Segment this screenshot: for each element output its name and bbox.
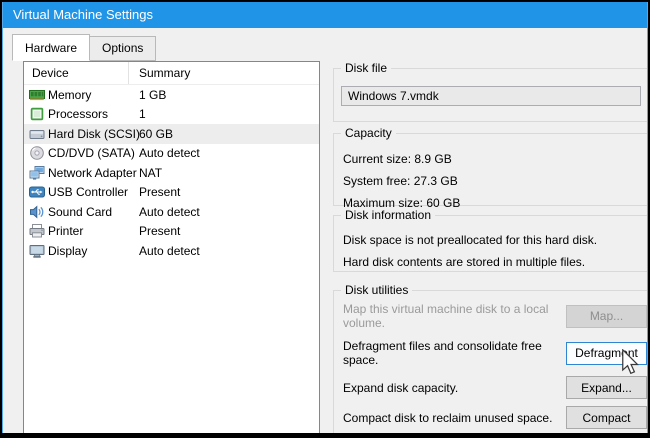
disk-information-line: Disk space is not preallocated for this … [343, 229, 648, 251]
tab-options[interactable]: Options [90, 36, 156, 61]
capacity-group-title: Capacity [341, 126, 396, 141]
disk-utilities-group-title: Disk utilities [341, 283, 412, 298]
device-summary: Auto detect [139, 205, 200, 219]
compact-button[interactable]: Compact [566, 406, 647, 429]
device-rows: Memory 1 GB Processors 1 Hard Disk (SCSI… [24, 85, 319, 261]
device-name: USB Controller [48, 185, 128, 199]
defragment-button[interactable]: Defragment [566, 342, 647, 365]
utility-description: Map this virtual machine disk to a local… [343, 302, 566, 330]
memory-icon [29, 87, 45, 103]
window-title: Virtual Machine Settings [13, 7, 153, 22]
disk-utilities-rows: Map this virtual machine disk to a local… [334, 291, 648, 429]
device-row[interactable]: Sound Card Auto detect [24, 202, 319, 222]
device-summary: Present [139, 185, 180, 199]
column-header-summary[interactable]: Summary [129, 62, 319, 84]
device-row[interactable]: Hard Disk (SCSI) 60 GB [24, 124, 319, 144]
device-list: Device Summary Memory 1 GB Processors 1 … [23, 61, 320, 433]
titlebar[interactable]: Virtual Machine Settings [3, 2, 647, 28]
device-summary: NAT [139, 166, 162, 180]
device-row[interactable]: Printer Present [24, 222, 319, 242]
capacity-lines: Current size: 8.9 GBSystem free: 27.3 GB… [334, 134, 648, 214]
device-row[interactable]: USB Controller Present [24, 183, 319, 203]
device-summary: 1 [139, 107, 146, 121]
usb-controller-icon [29, 184, 45, 200]
device-name: Printer [48, 224, 83, 238]
column-header-device[interactable]: Device [24, 62, 129, 84]
device-name: Memory [48, 88, 91, 102]
device-name: Network Adapter [48, 166, 137, 180]
device-summary: Auto detect [139, 244, 200, 258]
capacity-group: Capacity Current size: 8.9 GBSystem free… [333, 133, 648, 206]
processors-icon [29, 106, 45, 122]
device-row[interactable]: Display Auto detect [24, 241, 319, 261]
disk-file-group: Disk file Windows 7.vmdk [333, 68, 648, 122]
capacity-line: Current size: 8.9 GB [343, 148, 648, 170]
device-row[interactable]: CD/DVD (SATA) Auto detect [24, 144, 319, 164]
device-name: Display [48, 244, 87, 258]
disk-information-group: Disk information Disk space is not preal… [333, 215, 648, 272]
device-row[interactable]: Network Adapter NAT [24, 163, 319, 183]
disk-information-line: Hard disk contents are stored in multipl… [343, 251, 648, 273]
utility-description: Defragment files and consolidate free sp… [343, 339, 566, 367]
tab-bar: Hardware Options [12, 33, 156, 61]
device-name: CD/DVD (SATA) [48, 146, 135, 160]
disk-file-group-title: Disk file [341, 61, 391, 76]
device-name: Sound Card [48, 205, 112, 219]
device-summary: 60 GB [139, 127, 173, 141]
network-adapter-icon [29, 165, 45, 181]
device-name: Processors [48, 107, 108, 121]
capacity-line: System free: 27.3 GB [343, 170, 648, 192]
map-button: Map... [566, 305, 647, 328]
device-row[interactable]: Processors 1 [24, 105, 319, 125]
device-list-header: Device Summary [24, 62, 319, 85]
utility-description: Expand disk capacity. [343, 381, 566, 395]
utility-description: Compact disk to reclaim unused space. [343, 411, 566, 425]
device-name: Hard Disk (SCSI) [48, 127, 140, 141]
expand-button[interactable]: Expand... [566, 376, 647, 399]
vm-settings-dialog: Virtual Machine Settings Hardware Option… [2, 2, 648, 433]
sound-card-icon [29, 204, 45, 220]
device-row[interactable]: Memory 1 GB [24, 85, 319, 105]
display-icon [29, 243, 45, 259]
disk-information-lines: Disk space is not preallocated for this … [334, 216, 648, 273]
hard-disk-icon [29, 126, 45, 142]
device-summary: Present [139, 224, 180, 238]
disk-information-group-title: Disk information [341, 208, 435, 223]
device-summary: 1 GB [139, 88, 166, 102]
device-summary: Auto detect [139, 146, 200, 160]
tab-hardware[interactable]: Hardware [12, 34, 90, 61]
disk-utilities-group: Disk utilities Map this virtual machine … [333, 290, 648, 433]
disk-file-field: Windows 7.vmdk [341, 86, 641, 106]
printer-icon [29, 223, 45, 239]
screenshot-frame: Virtual Machine Settings Hardware Option… [0, 0, 650, 438]
cd-dvd-icon [29, 145, 45, 161]
